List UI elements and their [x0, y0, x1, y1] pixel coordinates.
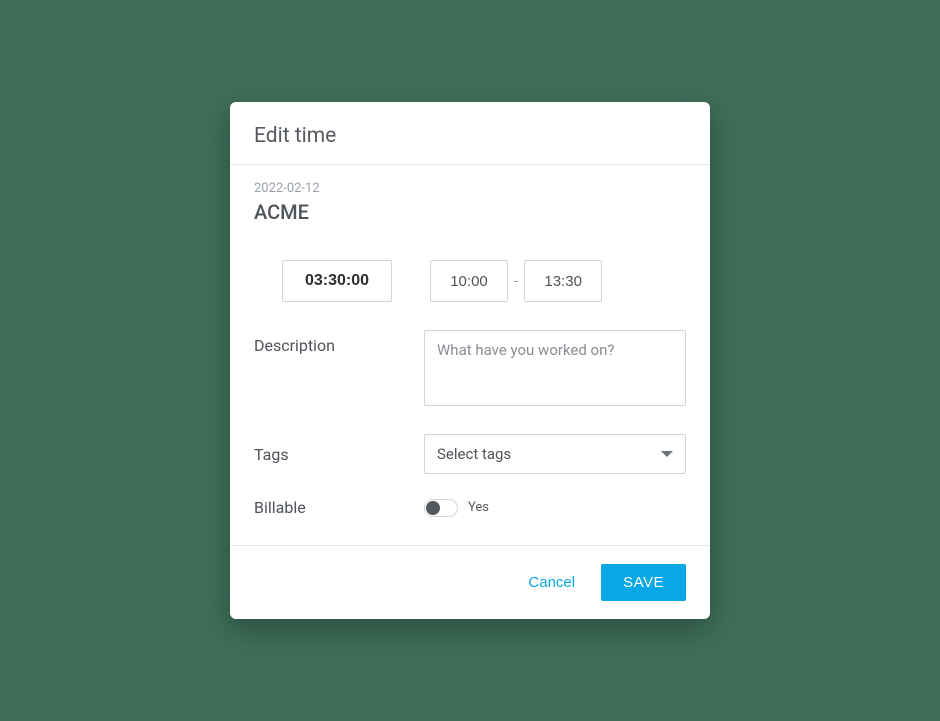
time-row: - [254, 260, 686, 302]
project-name: ACME [254, 200, 686, 224]
tags-control: Select tags [424, 434, 686, 474]
toggle-knob [426, 501, 440, 515]
end-time-input[interactable] [524, 260, 602, 302]
billable-row: Billable Yes [254, 498, 686, 517]
save-button[interactable]: SAVE [601, 564, 686, 601]
dialog-body: 2022-02-12 ACME - Description Tags Selec… [230, 165, 710, 545]
duration-input[interactable] [282, 260, 392, 302]
tags-placeholder: Select tags [437, 445, 511, 463]
description-label: Description [254, 330, 424, 355]
description-control [424, 330, 686, 410]
dialog-title: Edit time [254, 124, 686, 148]
billable-label: Billable [254, 498, 424, 517]
chevron-down-icon [661, 451, 673, 457]
billable-value-label: Yes [468, 500, 489, 515]
billable-toggle[interactable] [424, 499, 458, 517]
billable-control: Yes [424, 499, 686, 517]
start-time-input[interactable] [430, 260, 508, 302]
entry-date: 2022-02-12 [254, 181, 686, 196]
description-row: Description [254, 330, 686, 410]
tags-select[interactable]: Select tags [424, 434, 686, 474]
cancel-button[interactable]: Cancel [524, 566, 579, 599]
billable-wrap: Yes [424, 499, 686, 517]
edit-time-dialog: Edit time 2022-02-12 ACME - Description … [230, 102, 710, 619]
tags-label: Tags [254, 445, 424, 464]
dialog-header: Edit time [230, 102, 710, 165]
time-separator: - [508, 272, 524, 290]
description-input[interactable] [424, 330, 686, 406]
dialog-footer: Cancel SAVE [230, 545, 710, 619]
tags-row: Tags Select tags [254, 434, 686, 474]
